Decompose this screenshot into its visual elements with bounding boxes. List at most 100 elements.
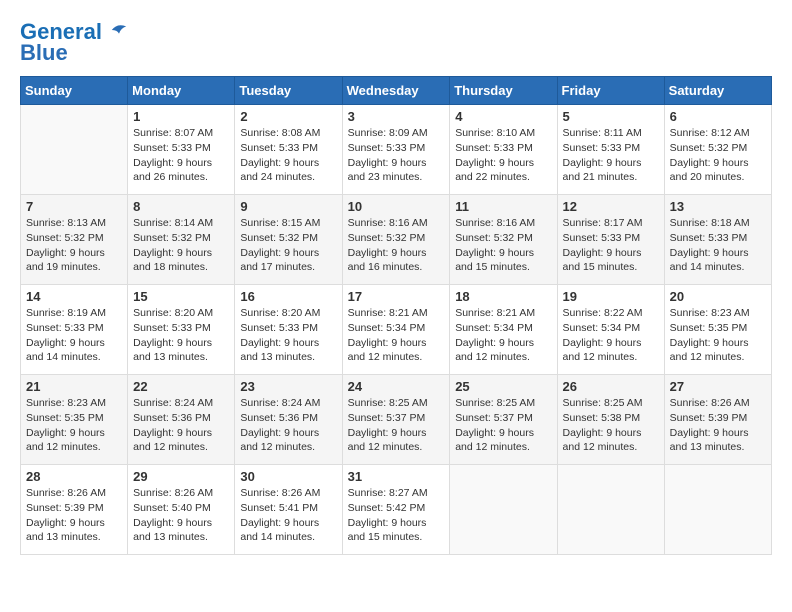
day-number: 10 [348, 199, 445, 214]
day-info: Sunrise: 8:27 AM Sunset: 5:42 PM Dayligh… [348, 486, 445, 545]
day-info: Sunrise: 8:11 AM Sunset: 5:33 PM Dayligh… [563, 126, 659, 185]
day-cell: 1 Sunrise: 8:07 AM Sunset: 5:33 PM Daylig… [128, 105, 235, 195]
day-info: Sunrise: 8:26 AM Sunset: 5:41 PM Dayligh… [240, 486, 336, 545]
day-cell: 7 Sunrise: 8:13 AM Sunset: 5:32 PM Daylig… [21, 195, 128, 285]
day-cell: 3 Sunrise: 8:09 AM Sunset: 5:33 PM Daylig… [342, 105, 450, 195]
day-cell [21, 105, 128, 195]
day-info: Sunrise: 8:25 AM Sunset: 5:37 PM Dayligh… [455, 396, 551, 455]
day-cell: 10 Sunrise: 8:16 AM Sunset: 5:32 PM Dayli… [342, 195, 450, 285]
day-info: Sunrise: 8:13 AM Sunset: 5:32 PM Dayligh… [26, 216, 122, 275]
day-number: 8 [133, 199, 229, 214]
day-number: 30 [240, 469, 336, 484]
day-cell: 19Sunrise: 8:22 AM Sunset: 5:34 PM Dayli… [557, 285, 664, 375]
day-info: Sunrise: 8:26 AM Sunset: 5:39 PM Dayligh… [670, 396, 766, 455]
day-info: Sunrise: 8:16 AM Sunset: 5:32 PM Dayligh… [348, 216, 445, 275]
day-info: Sunrise: 8:14 AM Sunset: 5:32 PM Dayligh… [133, 216, 229, 275]
day-info: Sunrise: 8:12 AM Sunset: 5:32 PM Dayligh… [670, 126, 766, 185]
day-cell: 5 Sunrise: 8:11 AM Sunset: 5:33 PM Daylig… [557, 105, 664, 195]
day-number: 25 [455, 379, 551, 394]
day-number: 31 [348, 469, 445, 484]
day-cell: 13Sunrise: 8:18 AM Sunset: 5:33 PM Dayli… [664, 195, 771, 285]
day-number: 9 [240, 199, 336, 214]
day-cell: 11 Sunrise: 8:16 AM Sunset: 5:32 PM Dayli… [450, 195, 557, 285]
day-cell: 22 Sunrise: 8:24 AM Sunset: 5:36 PM Dayli… [128, 375, 235, 465]
page-header: General Blue [20, 20, 772, 66]
week-row-4: 21 Sunrise: 8:23 AM Sunset: 5:35 PM Dayli… [21, 375, 772, 465]
day-info: Sunrise: 8:20 AM Sunset: 5:33 PM Dayligh… [240, 306, 336, 365]
day-number: 13 [670, 199, 766, 214]
day-number: 26 [563, 379, 659, 394]
day-number: 4 [455, 109, 551, 124]
day-number: 12 [563, 199, 659, 214]
day-info: Sunrise: 8:26 AM Sunset: 5:40 PM Dayligh… [133, 486, 229, 545]
day-cell: 2 Sunrise: 8:08 AM Sunset: 5:33 PM Daylig… [235, 105, 342, 195]
logo: General Blue [20, 20, 128, 66]
weekday-header-saturday: Saturday [664, 77, 771, 105]
day-number: 11 [455, 199, 551, 214]
day-cell: 28 Sunrise: 8:26 AM Sunset: 5:39 PM Dayli… [21, 465, 128, 555]
day-info: Sunrise: 8:15 AM Sunset: 5:32 PM Dayligh… [240, 216, 336, 275]
day-number: 28 [26, 469, 122, 484]
day-info: Sunrise: 8:09 AM Sunset: 5:33 PM Dayligh… [348, 126, 445, 185]
day-info: Sunrise: 8:17 AM Sunset: 5:33 PM Dayligh… [563, 216, 659, 275]
week-row-1: 1 Sunrise: 8:07 AM Sunset: 5:33 PM Daylig… [21, 105, 772, 195]
day-cell [450, 465, 557, 555]
weekday-header-row: SundayMondayTuesdayWednesdayThursdayFrid… [21, 77, 772, 105]
weekday-header-tuesday: Tuesday [235, 77, 342, 105]
day-info: Sunrise: 8:19 AM Sunset: 5:33 PM Dayligh… [26, 306, 122, 365]
day-number: 16 [240, 289, 336, 304]
day-cell: 16 Sunrise: 8:20 AM Sunset: 5:33 PM Dayli… [235, 285, 342, 375]
day-info: Sunrise: 8:24 AM Sunset: 5:36 PM Dayligh… [133, 396, 229, 455]
calendar-table: SundayMondayTuesdayWednesdayThursdayFrid… [20, 76, 772, 555]
day-info: Sunrise: 8:16 AM Sunset: 5:32 PM Dayligh… [455, 216, 551, 275]
day-info: Sunrise: 8:23 AM Sunset: 5:35 PM Dayligh… [670, 306, 766, 365]
day-info: Sunrise: 8:22 AM Sunset: 5:34 PM Dayligh… [563, 306, 659, 365]
day-cell: 9 Sunrise: 8:15 AM Sunset: 5:32 PM Daylig… [235, 195, 342, 285]
day-cell: 30 Sunrise: 8:26 AM Sunset: 5:41 PM Dayli… [235, 465, 342, 555]
day-info: Sunrise: 8:08 AM Sunset: 5:33 PM Dayligh… [240, 126, 336, 185]
day-cell: 6 Sunrise: 8:12 AM Sunset: 5:32 PM Daylig… [664, 105, 771, 195]
day-number: 15 [133, 289, 229, 304]
weekday-header-wednesday: Wednesday [342, 77, 450, 105]
day-number: 18 [455, 289, 551, 304]
logo-bird-icon [110, 21, 128, 39]
day-number: 6 [670, 109, 766, 124]
day-info: Sunrise: 8:25 AM Sunset: 5:37 PM Dayligh… [348, 396, 445, 455]
day-number: 2 [240, 109, 336, 124]
day-cell: 12 Sunrise: 8:17 AM Sunset: 5:33 PM Dayli… [557, 195, 664, 285]
day-cell: 15 Sunrise: 8:20 AM Sunset: 5:33 PM Dayli… [128, 285, 235, 375]
week-row-2: 7 Sunrise: 8:13 AM Sunset: 5:32 PM Daylig… [21, 195, 772, 285]
day-number: 3 [348, 109, 445, 124]
week-row-3: 14 Sunrise: 8:19 AM Sunset: 5:33 PM Dayli… [21, 285, 772, 375]
day-number: 24 [348, 379, 445, 394]
day-number: 27 [670, 379, 766, 394]
day-number: 17 [348, 289, 445, 304]
day-cell: 23Sunrise: 8:24 AM Sunset: 5:36 PM Dayli… [235, 375, 342, 465]
weekday-header-thursday: Thursday [450, 77, 557, 105]
day-cell: 8 Sunrise: 8:14 AM Sunset: 5:32 PM Daylig… [128, 195, 235, 285]
day-number: 1 [133, 109, 229, 124]
day-number: 23 [240, 379, 336, 394]
day-cell: 14 Sunrise: 8:19 AM Sunset: 5:33 PM Dayli… [21, 285, 128, 375]
day-number: 21 [26, 379, 122, 394]
day-cell: 27 Sunrise: 8:26 AM Sunset: 5:39 PM Dayli… [664, 375, 771, 465]
day-cell [557, 465, 664, 555]
day-number: 14 [26, 289, 122, 304]
day-cell: 31 Sunrise: 8:27 AM Sunset: 5:42 PM Dayli… [342, 465, 450, 555]
day-number: 5 [563, 109, 659, 124]
day-cell: 29Sunrise: 8:26 AM Sunset: 5:40 PM Dayli… [128, 465, 235, 555]
weekday-header-friday: Friday [557, 77, 664, 105]
day-info: Sunrise: 8:23 AM Sunset: 5:35 PM Dayligh… [26, 396, 122, 455]
day-cell: 26Sunrise: 8:25 AM Sunset: 5:38 PM Dayli… [557, 375, 664, 465]
day-cell: 21 Sunrise: 8:23 AM Sunset: 5:35 PM Dayli… [21, 375, 128, 465]
week-row-5: 28 Sunrise: 8:26 AM Sunset: 5:39 PM Dayli… [21, 465, 772, 555]
day-number: 7 [26, 199, 122, 214]
day-info: Sunrise: 8:07 AM Sunset: 5:33 PM Dayligh… [133, 126, 229, 185]
day-info: Sunrise: 8:10 AM Sunset: 5:33 PM Dayligh… [455, 126, 551, 185]
day-cell: 4 Sunrise: 8:10 AM Sunset: 5:33 PM Daylig… [450, 105, 557, 195]
day-info: Sunrise: 8:20 AM Sunset: 5:33 PM Dayligh… [133, 306, 229, 365]
day-cell: 20Sunrise: 8:23 AM Sunset: 5:35 PM Dayli… [664, 285, 771, 375]
day-info: Sunrise: 8:26 AM Sunset: 5:39 PM Dayligh… [26, 486, 122, 545]
day-number: 22 [133, 379, 229, 394]
day-cell [664, 465, 771, 555]
